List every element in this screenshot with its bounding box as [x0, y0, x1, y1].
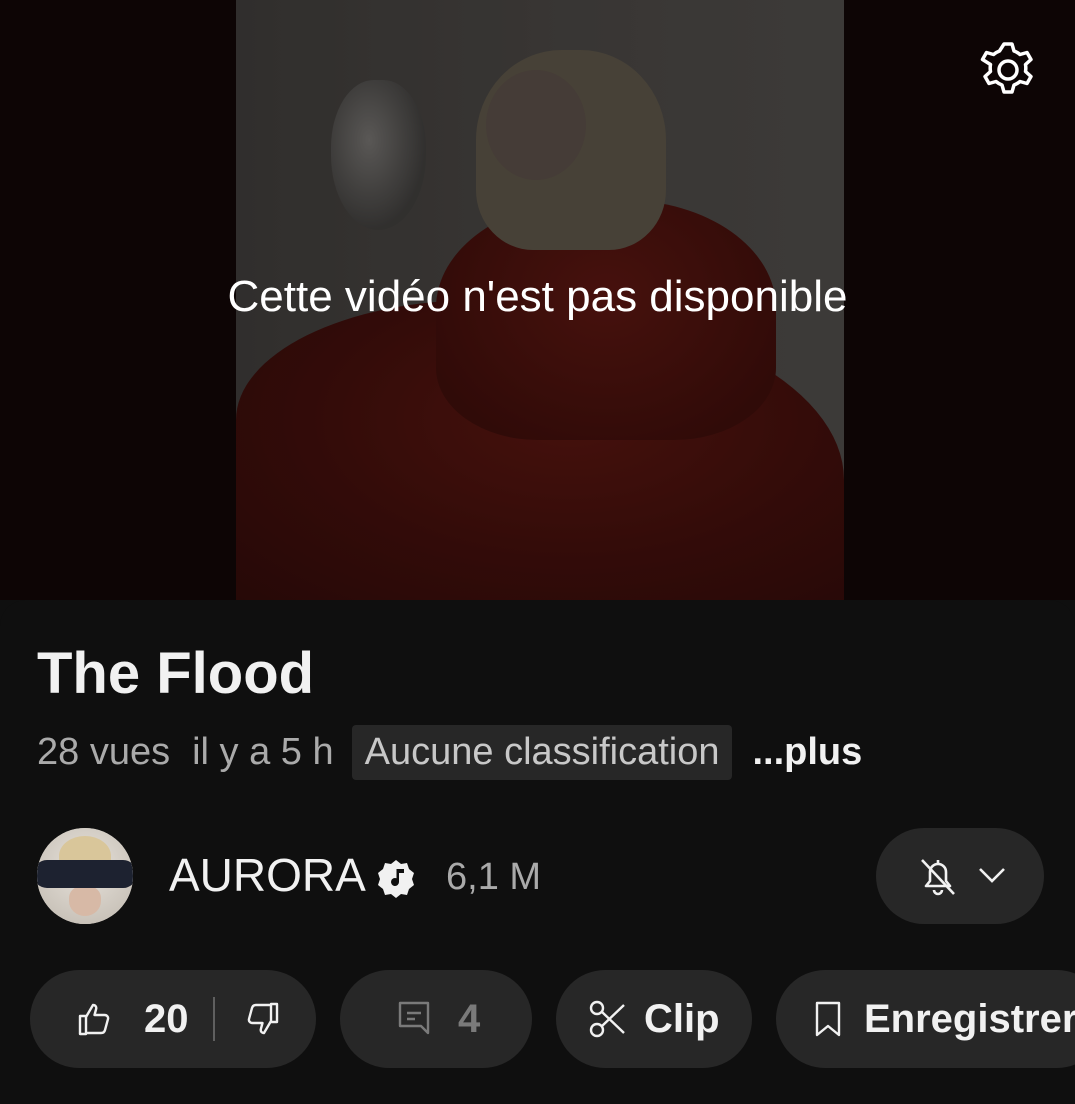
like-count: 20: [144, 996, 189, 1041]
clip-button[interactable]: Clip: [556, 970, 752, 1068]
view-count: 28 vues: [37, 730, 171, 773]
bell-off-icon: [921, 859, 955, 896]
notification-subscription-button[interactable]: [876, 828, 1044, 924]
save-label: Enregistrer: [864, 996, 1075, 1041]
like-separator: [212, 997, 215, 1041]
channel-row: AURORA 6,1 M: [37, 828, 1047, 924]
upload-age: il y a 5 h: [192, 730, 334, 773]
clip-label: Clip: [644, 996, 720, 1041]
thumbs-down-icon[interactable]: [243, 999, 283, 1039]
video-title: The Flood: [37, 641, 315, 706]
video-metadata[interactable]: 28 vues il y a 5 h Aucune classification…: [37, 724, 862, 780]
more-link[interactable]: ...plus: [752, 731, 862, 774]
music-note-verified-icon: [378, 860, 414, 898]
chevron-down-icon: [979, 868, 1005, 883]
scissors-icon: [589, 1000, 625, 1038]
video-player[interactable]: Cette vidéo n'est pas disponible: [0, 0, 1075, 600]
comments-button[interactable]: 4: [340, 970, 532, 1068]
video-unavailable-message: Cette vidéo n'est pas disponible: [227, 272, 848, 321]
thumbs-up-icon[interactable]: [74, 999, 114, 1039]
subscriber-count: 6,1 M: [446, 856, 542, 898]
channel-avatar[interactable]: [37, 828, 133, 924]
comment-icon: [398, 1001, 430, 1035]
action-bar: 20 4 Clip Enregistrer: [0, 970, 1075, 1068]
rating-badge: Aucune classification: [351, 724, 733, 780]
save-button[interactable]: Enregistrer: [776, 970, 1075, 1068]
like-dislike-button[interactable]: 20: [30, 970, 316, 1068]
bookmark-icon: [815, 1001, 841, 1037]
comments-count: 4: [458, 996, 481, 1041]
channel-name[interactable]: AURORA: [169, 848, 366, 902]
gear-icon[interactable]: [976, 38, 1040, 102]
